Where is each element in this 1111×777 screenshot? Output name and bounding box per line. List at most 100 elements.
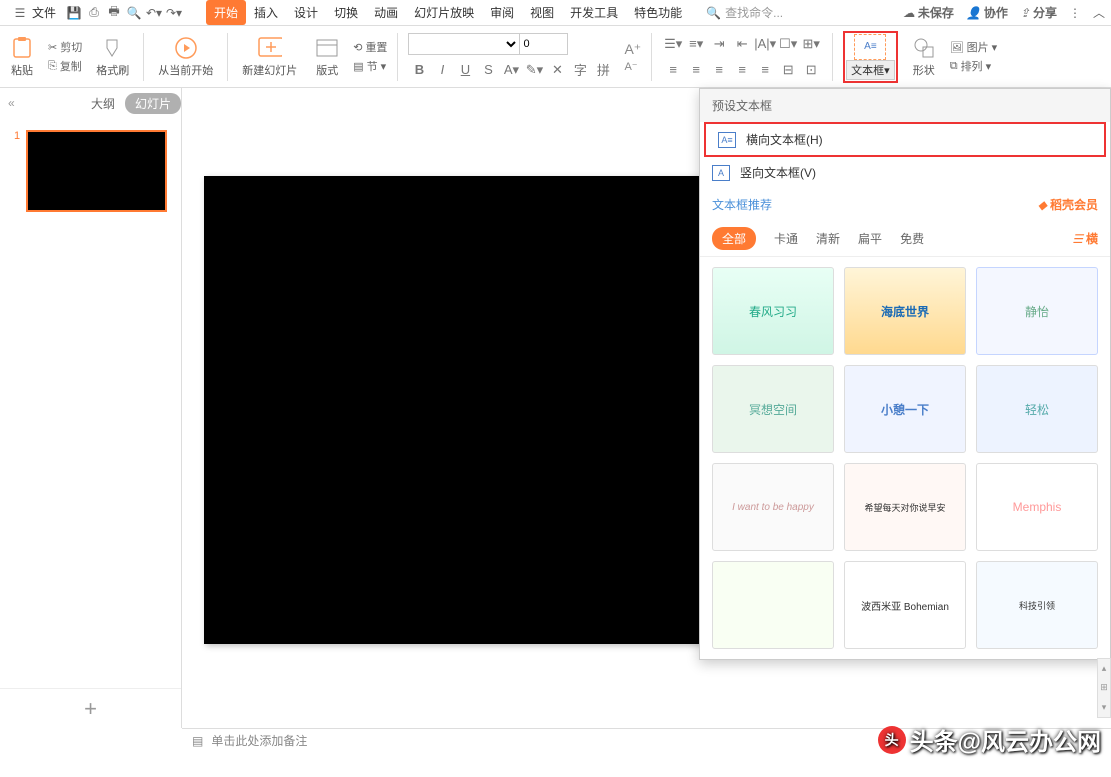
tab-insert[interactable]: 插入 [246, 0, 286, 25]
template-card[interactable]: Memphis [976, 463, 1098, 551]
share[interactable]: ⇪分享 [1020, 4, 1057, 21]
start-current[interactable]: 从当前开始 [154, 36, 217, 78]
template-card[interactable]: 春风习习 [712, 267, 834, 355]
template-card[interactable]: 希望每天对你说早安 [844, 463, 966, 551]
arrange-icon: ⧉ [950, 60, 958, 73]
layout-button[interactable]: 版式 [311, 36, 343, 78]
strike-button[interactable]: S [477, 59, 499, 81]
align-center-button[interactable]: ≡ [685, 59, 707, 81]
template-card[interactable] [712, 561, 834, 649]
increase-font-icon[interactable]: A⁺ [624, 41, 641, 58]
template-card[interactable]: 海底世界 [844, 267, 966, 355]
template-card[interactable]: 科技引领 [976, 561, 1098, 649]
tab-outline[interactable]: 大纲 [91, 95, 115, 112]
tab-devtools[interactable]: 开发工具 [562, 0, 626, 25]
print-preview-icon[interactable]: ⎙ [86, 5, 102, 21]
section-button[interactable]: ▤节▾ [353, 58, 387, 74]
tab-slides[interactable]: 幻灯片 [125, 93, 181, 114]
add-slide-button[interactable]: + [0, 688, 181, 728]
line-spacing-button[interactable]: |A|▾ [754, 33, 776, 55]
horizontal-textbox-option[interactable]: A≡ 横向文本框(H) [704, 122, 1106, 157]
redo-icon[interactable]: ↷▾ [166, 5, 182, 21]
template-card[interactable]: 冥想空间 [712, 365, 834, 453]
tab-slideshow[interactable]: 幻灯片放映 [406, 0, 482, 25]
collapse-ribbon-icon[interactable]: ︿ [1093, 4, 1105, 21]
filter-more[interactable]: ☰横 [1072, 230, 1098, 247]
vertical-textbox-option[interactable]: A 竖向文本框(V) [700, 157, 1110, 188]
image-icon: 🖼 [950, 41, 964, 54]
textbox-button-highlighted[interactable]: A≡ 文本框▾ [843, 31, 898, 83]
font-family-select[interactable] [408, 33, 520, 55]
template-card[interactable] [844, 659, 966, 660]
bold-button[interactable]: B [408, 59, 430, 81]
save-status[interactable]: ☁未保存 [903, 4, 954, 21]
text-direction-button[interactable]: ☐▾ [777, 33, 799, 55]
italic-button[interactable]: I [431, 59, 453, 81]
template-card[interactable] [976, 659, 1098, 660]
align-right-button[interactable]: ≡ [708, 59, 730, 81]
filter-fresh[interactable]: 清新 [816, 230, 840, 247]
template-card[interactable]: 波西米亚 Bohemian [844, 561, 966, 649]
numbering-button[interactable]: ≡▾ [685, 33, 707, 55]
filter-cartoon[interactable]: 卡通 [774, 230, 798, 247]
reset-button[interactable]: ⟲重置 [353, 39, 387, 55]
copy-button[interactable]: ⎘复制 [48, 58, 82, 74]
char-format-button[interactable]: 字 [569, 59, 591, 81]
bullets-button[interactable]: ☰▾ [662, 33, 684, 55]
underline-button[interactable]: U [454, 59, 476, 81]
filter-free[interactable]: 免费 [900, 230, 924, 247]
template-card[interactable]: Fresh [712, 659, 834, 660]
template-filter: 全部 卡通 清新 扁平 免费 ☰横 [700, 221, 1110, 257]
shape-button[interactable]: 形状 [908, 36, 940, 78]
template-card[interactable]: 轻松 [976, 365, 1098, 453]
collaborate[interactable]: 👤协作 [966, 4, 1008, 21]
phonetic-button[interactable]: 拼 [592, 59, 614, 81]
valign-button[interactable]: ⊟ [777, 59, 799, 81]
align-justify-button[interactable]: ≡ [731, 59, 753, 81]
rtl-button[interactable]: ⊡ [800, 59, 822, 81]
sidetool-grid-icon[interactable]: ⊞ [1100, 682, 1108, 693]
filter-all[interactable]: 全部 [712, 227, 756, 250]
tab-design[interactable]: 设计 [286, 0, 326, 25]
format-painter[interactable]: 格式刷 [92, 36, 133, 78]
template-card[interactable]: 静怡 [976, 267, 1098, 355]
align-dist-button[interactable]: ≡ [754, 59, 776, 81]
image-button[interactable]: 🖼图片▾ [950, 39, 998, 55]
save-icon[interactable]: 💾 [66, 5, 82, 21]
collapse-pane-icon[interactable]: « [8, 96, 15, 110]
slide-thumbnail-1[interactable]: 1 [14, 130, 167, 212]
tab-transition[interactable]: 切换 [326, 0, 366, 25]
new-slide[interactable]: 新建幻灯片 [238, 36, 301, 78]
tab-view[interactable]: 视图 [522, 0, 562, 25]
docer-badge[interactable]: ◆稻壳会员 [1038, 196, 1098, 213]
filter-flat[interactable]: 扁平 [858, 230, 882, 247]
font-color-button[interactable]: A▾ [500, 59, 522, 81]
print-icon[interactable]: 🖶 [106, 5, 122, 21]
command-search[interactable]: 🔍 查找命令... [706, 4, 783, 21]
template-card[interactable]: 小憩一下 [844, 365, 966, 453]
file-menu[interactable]: ☰ 文件 [6, 2, 62, 23]
more-icon[interactable]: ⋮ [1069, 6, 1081, 20]
tab-start[interactable]: 开始 [206, 0, 246, 25]
tab-features[interactable]: 特色功能 [626, 0, 690, 25]
cut-button[interactable]: ✂剪切 [48, 39, 82, 55]
highlight-button[interactable]: ✎▾ [523, 59, 545, 81]
slide-thumb-black [26, 130, 167, 212]
tab-review[interactable]: 审阅 [482, 0, 522, 25]
find-icon[interactable]: 🔍 [126, 5, 142, 21]
align-left-button[interactable]: ≡ [662, 59, 684, 81]
separator [832, 33, 833, 81]
paste-group[interactable]: 粘贴 [6, 36, 38, 78]
clear-format-button[interactable]: ✕ [546, 59, 568, 81]
indent-inc-button[interactable]: ⇥ [708, 33, 730, 55]
decrease-font-icon[interactable]: A⁻ [624, 60, 641, 73]
template-card[interactable]: I want to be happy [712, 463, 834, 551]
indent-dec-button[interactable]: ⇤ [731, 33, 753, 55]
columns-button[interactable]: ⊞▾ [800, 33, 822, 55]
font-size-input[interactable] [520, 33, 568, 55]
arrange-button[interactable]: ⧉排列▾ [950, 58, 998, 74]
sidetool-down-icon[interactable]: ▾ [1102, 702, 1107, 713]
undo-icon[interactable]: ↶▾ [146, 5, 162, 21]
tab-animation[interactable]: 动画 [366, 0, 406, 25]
sidetool-up-icon[interactable]: ▴ [1102, 663, 1107, 674]
